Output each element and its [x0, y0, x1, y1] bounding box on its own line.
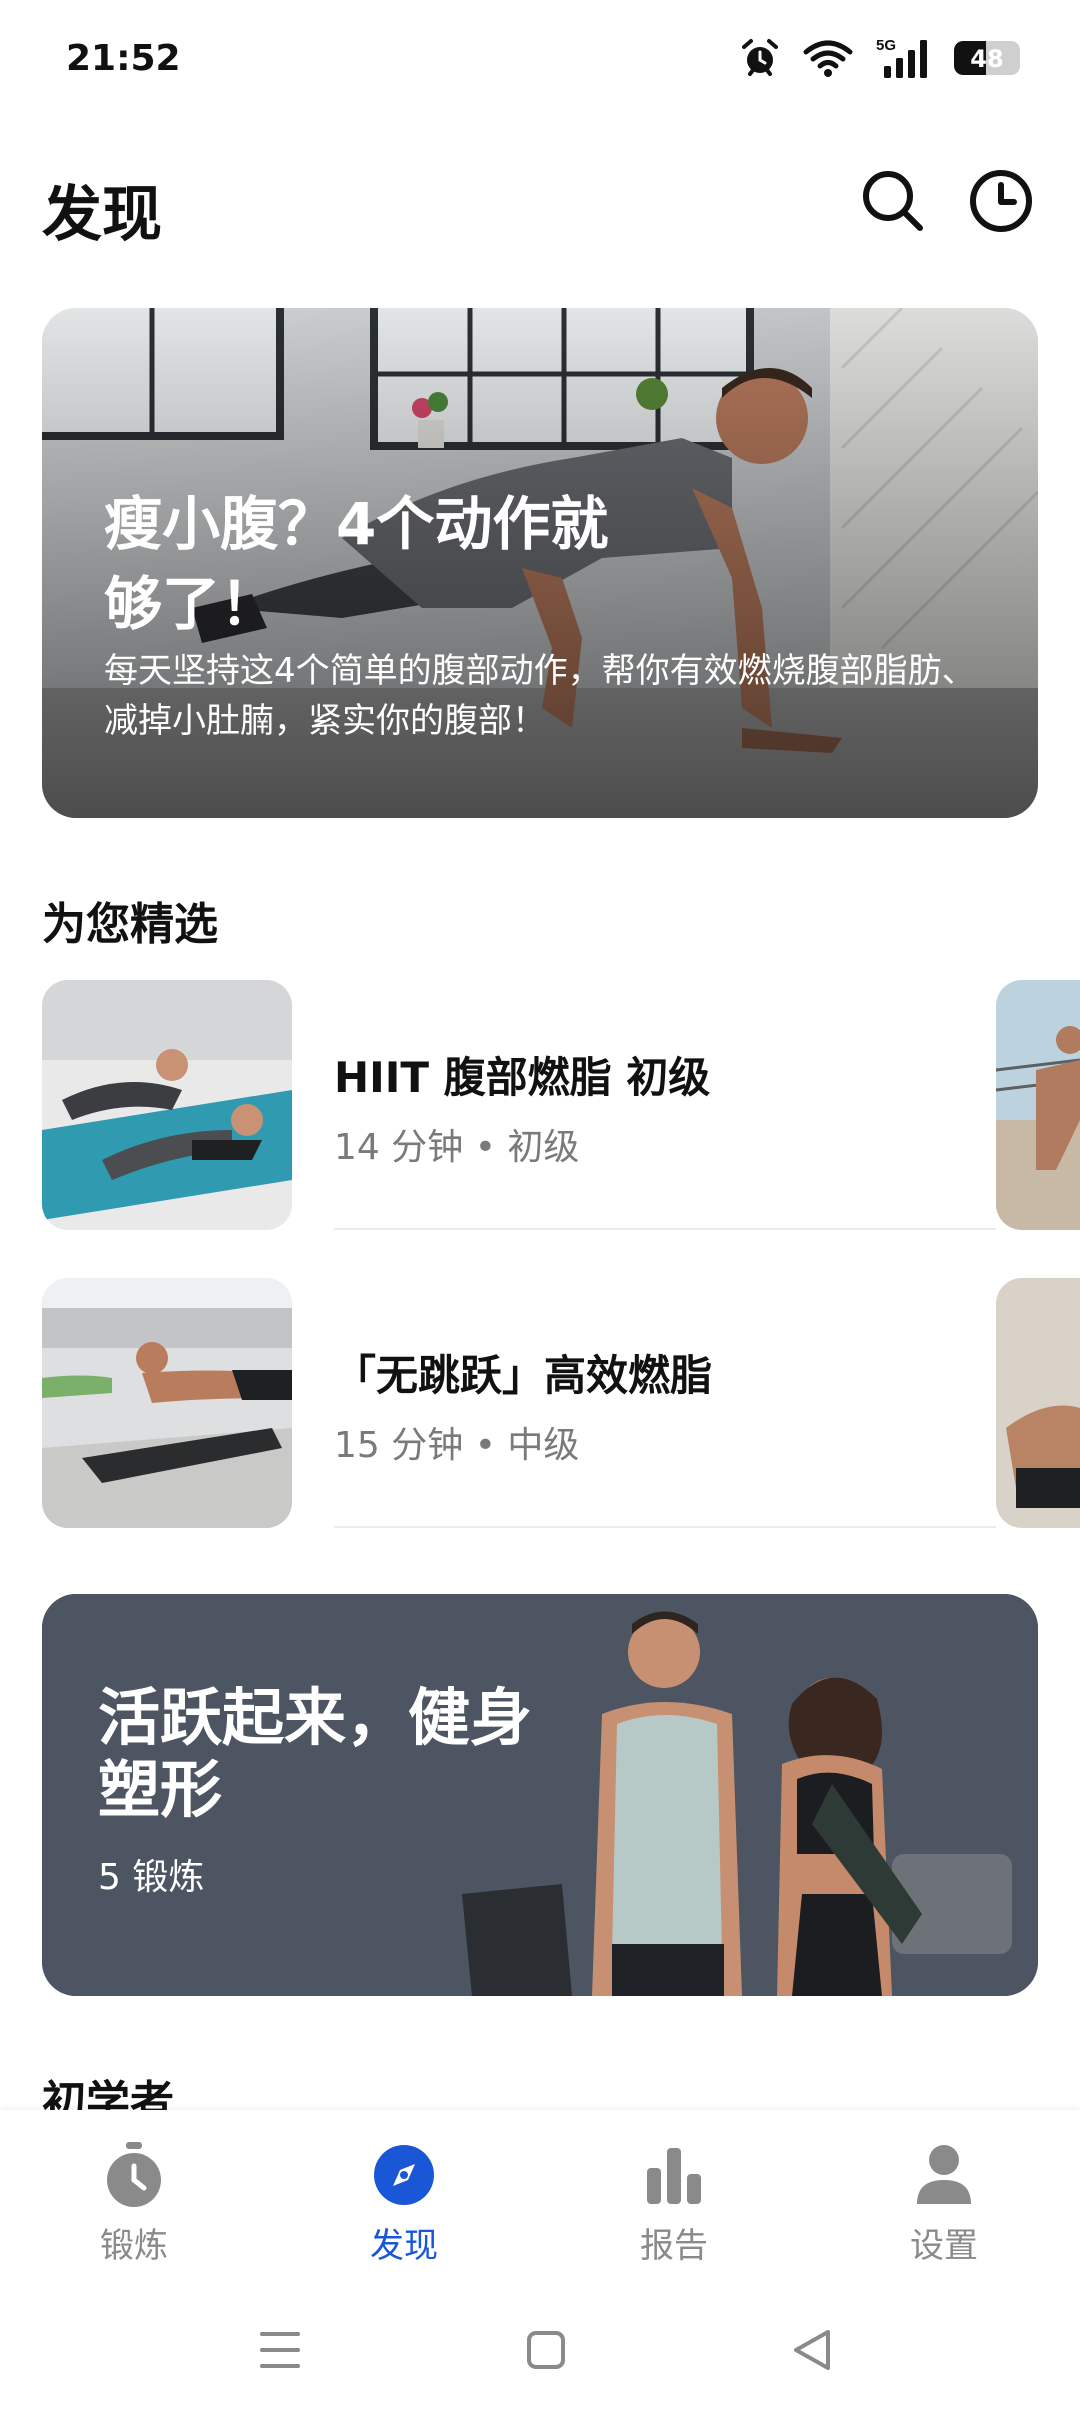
next-workout-thumbnail [996, 980, 1080, 1230]
bar-chart-icon [647, 2148, 701, 2204]
network-type-label: 5G [876, 37, 896, 54]
compass-icon [374, 2145, 434, 2205]
wifi-icon [803, 40, 853, 77]
home-square-icon [527, 2331, 565, 2369]
search-icon [863, 171, 923, 231]
next-workout-thumbnail [996, 1278, 1080, 1528]
featured-section-title: 为您精选 [42, 899, 218, 950]
row-divider [334, 1526, 996, 1528]
workout-thumbnail [42, 1278, 292, 1528]
back-button[interactable] [772, 2310, 852, 2390]
workout-title: HIIT 腹部燃脂 初级 [334, 1053, 711, 1102]
page-header: 发现 [42, 160, 1038, 250]
nav-label: 锻炼 [100, 2226, 168, 2266]
workout-title: 「无跳跃」高效燃脂 [334, 1351, 713, 1400]
page-title: 发现 [42, 180, 162, 250]
workout-row-no-jump[interactable]: 「无跳跃」高效燃脂 15 分钟 • 中级 [42, 1278, 1080, 1528]
nav-item-workout[interactable]: 锻炼 [34, 2140, 234, 2270]
workout-meta: 15 分钟 • 中级 [334, 1425, 580, 1466]
next-workout-peek[interactable] [996, 980, 1080, 1230]
status-bar: 21:52 5G 48 [0, 0, 1080, 120]
home-button[interactable] [506, 2310, 586, 2390]
battery-icon: 48 [954, 41, 1020, 75]
hero-banner[interactable]: 瘦小腹？4个动作就够了！ 每天坚持这4个简单的腹部动作，帮你有效燃烧腹部脂肪、减… [42, 308, 1038, 818]
workout-thumbnail-image [42, 1278, 292, 1528]
battery-level: 48 [970, 45, 1004, 73]
nav-label: 设置 [910, 2226, 978, 2266]
search-button[interactable] [858, 166, 928, 236]
system-nav-bar [0, 2310, 1080, 2400]
stopwatch-icon [107, 2142, 161, 2207]
person-icon [917, 2145, 971, 2204]
collection-banner[interactable]: 活跃起来，健身塑形 5 锻炼 [42, 1594, 1038, 1996]
row-divider [334, 1228, 996, 1230]
nav-item-settings[interactable]: 设置 [844, 2140, 1044, 2270]
status-time: 21:52 [66, 38, 181, 79]
hero-description: 每天坚持这4个简单的腹部动作，帮你有效燃烧腹部脂肪、减掉小肚腩，紧实你的腹部！ [104, 651, 976, 741]
cellular-signal-icon: 5G [876, 37, 927, 78]
history-button[interactable] [966, 166, 1036, 236]
recent-apps-button[interactable] [240, 2310, 320, 2390]
status-icons: 5G 48 [740, 36, 1020, 80]
nav-label: 发现 [370, 2226, 438, 2266]
collection-title: 活跃起来，健身塑形 [98, 1681, 533, 1826]
alarm-icon [742, 39, 778, 76]
hero-title: 瘦小腹？4个动作就够了！ [104, 490, 609, 638]
workout-thumbnail-image [42, 980, 292, 1230]
nav-item-report[interactable]: 报告 [574, 2140, 774, 2270]
nav-item-discover[interactable]: 发现 [304, 2140, 504, 2270]
menu-lines-icon [260, 2332, 300, 2368]
workout-meta: 14 分钟 • 初级 [334, 1127, 580, 1168]
workout-thumbnail [42, 980, 292, 1230]
back-triangle-icon [794, 2330, 830, 2370]
nav-label: 报告 [640, 2226, 708, 2266]
collection-workout-count: 5 锻炼 [98, 1857, 205, 1898]
history-clock-icon [970, 170, 1032, 232]
next-workout-peek[interactable] [996, 1278, 1080, 1528]
workout-row-hiit-abs[interactable]: HIIT 腹部燃脂 初级 14 分钟 • 初级 [42, 980, 1080, 1230]
